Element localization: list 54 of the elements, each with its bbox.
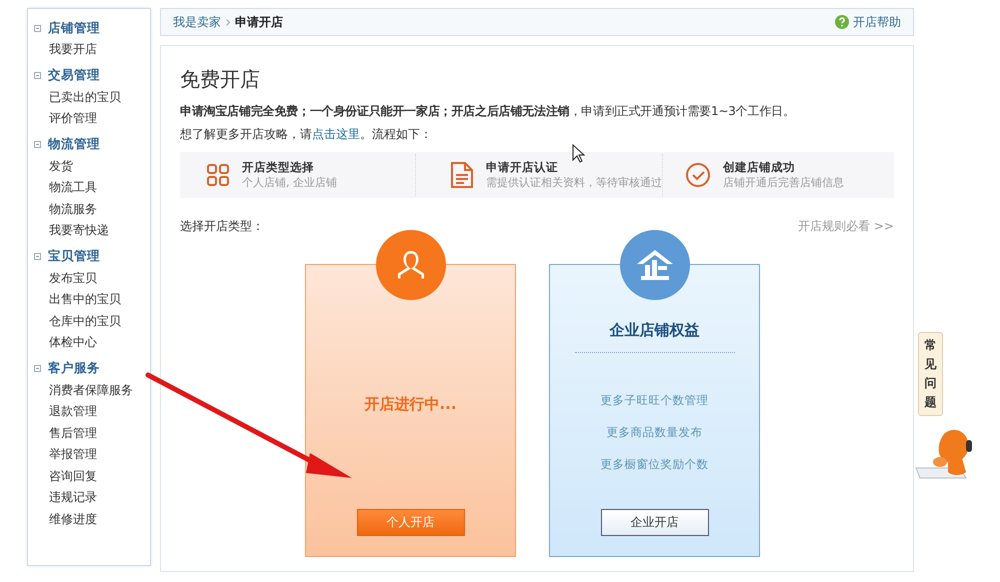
sidebar-item[interactable]: 出售中的宝贝 [28,289,150,310]
step-title: 申请开店认证 [486,160,559,175]
document-icon [450,161,474,189]
step-title: 开店类型选择 [242,160,315,175]
sidebar-item[interactable]: 举报管理 [28,444,150,466]
sidebar-item[interactable]: 发货 [28,156,150,177]
sidebar-item[interactable]: 退款管理 [28,401,150,422]
benefit-text: 更多子旺旺个数管理 [600,393,708,408]
page-title: 免费开店 [180,66,261,93]
sidebar-item[interactable]: 物流服务 [28,198,150,220]
guide-text: 想了解更多开店攻略，请点击这里。流程如下： [180,126,433,143]
sidebar-item[interactable]: 消费者保障服务 [28,380,150,401]
choose-label: 选择开店类型： [180,218,264,235]
card-title: 企业店铺权益 [574,321,734,353]
sidebar-group-title[interactable]: 交易管理 [48,67,100,84]
breadcrumb-link[interactable]: 我是卖家 [173,14,221,30]
collapse-toggle[interactable] [34,253,41,260]
sidebar-item[interactable]: 已卖出的宝贝 [28,86,150,108]
sidebar-group-title[interactable]: 宝贝管理 [48,248,100,265]
collapse-toggle[interactable] [34,141,41,148]
enterprise-store-button[interactable]: 企业开店 [600,509,708,536]
sidebar-item[interactable]: 咨询回复 [28,466,150,487]
breadcrumb-current: 申请开店 [235,14,283,30]
collapse-toggle[interactable] [34,72,41,79]
step-title: 创建店铺成功 [723,160,796,175]
faq-tab[interactable]: 常见问题 [918,332,943,416]
sidebar-item[interactable]: 我要开店 [28,39,150,60]
sidebar-group-title[interactable]: 店铺管理 [48,20,100,36]
help-icon [835,15,849,29]
status-text: 开店进行中... [364,395,457,414]
sidebar-item[interactable]: 我要寄快递 [28,220,150,242]
intro-text: 申请淘宝店铺完全免费；一个身份证只能开一家店；开店之后店铺无法注销，申请到正式开通预计需要1~3个工作日。 [180,103,796,120]
sidebar-group-title[interactable]: 物流管理 [48,136,100,153]
check-circle-icon [685,162,711,188]
chevron-icon [226,18,230,26]
sidebar-item[interactable]: 维修进度 [28,508,150,530]
sidebar-item[interactable]: 体检中心 [28,332,150,354]
sidebar-item[interactable]: 发布宝贝 [28,268,150,289]
sidebar-item[interactable]: 评价管理 [28,108,150,130]
help-link[interactable]: 开店帮助 [835,14,901,30]
collapse-toggle[interactable] [34,24,41,32]
step-description: 需提供认证相关资料，等待审核通过 [486,175,662,190]
sidebar-item[interactable]: 售后管理 [28,422,150,444]
sidebar-item[interactable]: 物流工具 [28,177,150,198]
benefit-text: 更多商品数量发布 [606,425,702,440]
sidebar-item[interactable]: 仓库中的宝贝 [28,310,150,332]
guide-link[interactable]: 点击这里 [312,127,360,141]
sidebar-item[interactable]: 违规记录 [28,487,150,508]
benefit-text: 更多橱窗位奖励个数 [600,457,708,472]
step-description: 店铺开通后完善店铺信息 [723,175,844,190]
grid-icon [206,163,230,187]
collapse-toggle[interactable] [34,365,41,372]
sidebar-group-title[interactable]: 客户服务 [48,360,100,377]
step-description: 个人店铺, 企业店铺 [242,175,337,190]
